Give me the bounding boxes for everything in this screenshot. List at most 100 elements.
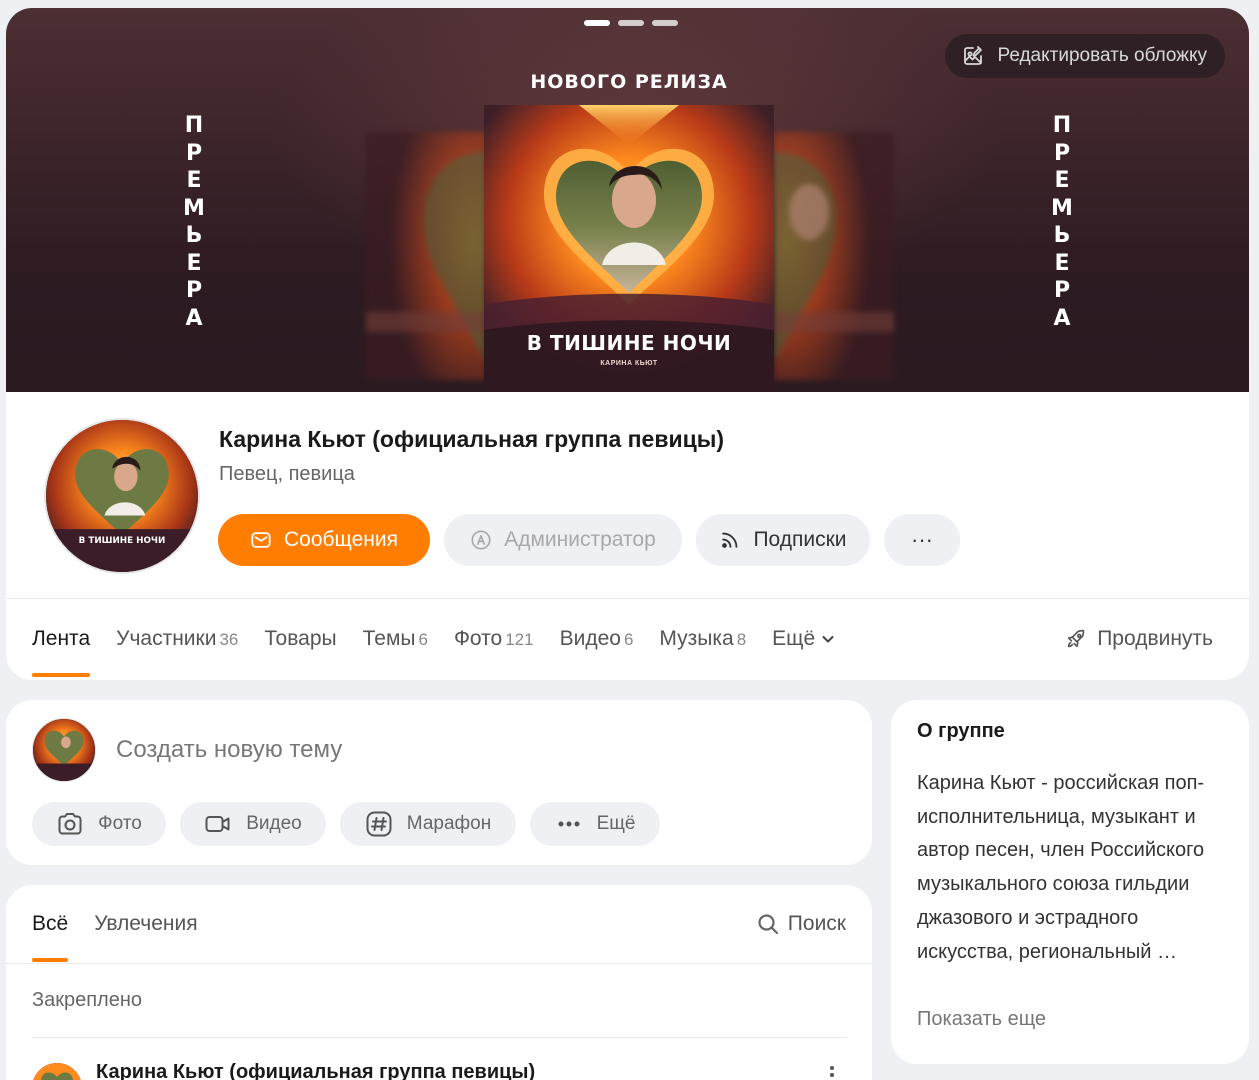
- tab-label: Музыка: [659, 627, 734, 650]
- tab-label: Фото: [453, 627, 503, 650]
- group-name: Карина Кьют (официальная группа певицы): [219, 426, 725, 452]
- avatar-image: В ТИШИНЕ НОЧИ: [46, 420, 198, 572]
- search-icon: [758, 914, 778, 935]
- album-art-image: [366, 132, 486, 380]
- tab-label: Видео: [559, 627, 621, 650]
- more-chip-label: Ещё: [596, 813, 636, 834]
- envelope-icon: [251, 532, 271, 548]
- premiere-letter: Е: [1054, 250, 1070, 276]
- post-author-avatar[interactable]: [32, 1063, 82, 1080]
- camera-icon: [58, 813, 82, 835]
- tab-label: Участники: [116, 627, 217, 650]
- marathon-chip[interactable]: Марафон: [340, 802, 516, 846]
- administrator-label: Администратор: [504, 528, 656, 551]
- premiere-letter: Е: [186, 250, 202, 276]
- tab-count: 36: [219, 630, 239, 649]
- admin-badge-icon: [471, 530, 491, 550]
- video-chip[interactable]: Видео: [180, 802, 326, 846]
- premiere-letter: П: [1052, 113, 1072, 138]
- about-group-card: О группе Карина Кьют - российская поп-ис…: [891, 700, 1249, 1064]
- premiere-letter: А: [1053, 305, 1071, 331]
- messages-label: Сообщения: [284, 528, 398, 551]
- premiere-letter: М: [183, 195, 205, 221]
- premiere-letter: Ь: [185, 223, 203, 248]
- tab-members[interactable]: Участники 36: [116, 598, 238, 680]
- hashtag-icon: [366, 811, 392, 837]
- tab-photos[interactable]: Фото 121: [454, 598, 534, 680]
- more-dots-icon: [558, 821, 580, 827]
- tab-feed[interactable]: Лента: [32, 598, 91, 680]
- tab-topics[interactable]: Темы 6: [363, 598, 428, 680]
- feed-tab-all[interactable]: Всё: [32, 885, 69, 963]
- tab-count: 6: [623, 630, 634, 649]
- edit-cover-label: Редактировать обложку: [997, 45, 1207, 66]
- feed-search-button[interactable]: Поиск: [756, 885, 846, 963]
- rss-icon: [722, 532, 738, 548]
- create-topic-input[interactable]: Создать новую тему: [116, 736, 342, 764]
- video-camera-icon: [205, 816, 230, 832]
- album-cover-side-left: [366, 132, 486, 380]
- group-avatar[interactable]: В ТИШИНЕ НОЧИ: [44, 418, 200, 574]
- about-description: Карина Кьют - российская поп-исполнитель…: [917, 772, 1205, 963]
- tab-products[interactable]: Товары: [264, 598, 336, 680]
- feed-card: Всё Увлечения Поиск Закреплено Карина Кь…: [6, 885, 872, 1080]
- administrator-button[interactable]: Администратор: [444, 514, 682, 566]
- album-artist: КАРИНА КЬЮТ: [600, 360, 658, 367]
- cover-banner[interactable]: Редактировать обложку НОВОГО РЕЛИЗА П Р …: [6, 8, 1249, 392]
- group-category: Певец, певица: [219, 463, 355, 485]
- promote-button[interactable]: Продвинуть: [1065, 598, 1213, 680]
- chevron-down-icon: [822, 636, 834, 643]
- composer-avatar: [32, 718, 96, 782]
- cover-pagination[interactable]: [584, 20, 678, 26]
- show-more-link[interactable]: Показать еще: [917, 1008, 1046, 1031]
- premiere-letter: Р: [185, 278, 203, 303]
- premiere-letter: Р: [1053, 140, 1071, 166]
- tab-label: Товары: [264, 627, 337, 650]
- tab-label: Лента: [32, 627, 91, 650]
- messages-button[interactable]: Сообщения: [218, 514, 430, 566]
- feed-tab-hobbies[interactable]: Увлечения: [94, 885, 197, 963]
- about-title: О группе: [917, 720, 1005, 742]
- image-edit-icon: [964, 46, 983, 65]
- more-chip[interactable]: Ещё: [530, 802, 660, 846]
- photo-chip[interactable]: Фото: [32, 802, 166, 846]
- cover-dot[interactable]: [652, 20, 678, 26]
- cover-dot[interactable]: [584, 20, 610, 26]
- subscriptions-label: Подписки: [753, 528, 847, 551]
- photo-chip-label: Фото: [98, 813, 142, 834]
- album-cover-main[interactable]: В ТИШИНЕ НОЧИ КАРИНА КЬЮТ: [484, 105, 774, 392]
- premiere-letter: М: [1051, 195, 1073, 221]
- more-actions-button[interactable]: ···: [884, 514, 960, 566]
- post-author-name[interactable]: Карина Кьют (официальная группа певицы): [96, 1061, 535, 1080]
- premiere-letter: Р: [185, 140, 203, 166]
- divider: [6, 963, 872, 964]
- vertical-dots-icon[interactable]: [828, 1065, 836, 1080]
- promote-label: Продвинуть: [1097, 627, 1213, 650]
- edit-cover-button[interactable]: Редактировать обложку: [945, 34, 1225, 78]
- premiere-letter: Е: [186, 168, 202, 193]
- tab-label: Ещё: [772, 627, 816, 650]
- group-tabs: Лента Участники 36 Товары Темы 6 Фото 12…: [32, 598, 862, 680]
- tab-music[interactable]: Музыка 8: [659, 598, 746, 680]
- tab-videos[interactable]: Видео 6: [560, 598, 634, 680]
- page: Редактировать обложку НОВОГО РЕЛИЗА П Р …: [0, 0, 1259, 1080]
- profile-actions: Сообщения Администратор Подписки ···: [218, 514, 960, 566]
- album-art-image: [774, 132, 894, 380]
- divider: [32, 1037, 846, 1038]
- tab-count: 6: [418, 630, 428, 649]
- avatar-image: [32, 1063, 82, 1080]
- tab-more[interactable]: Ещё: [772, 598, 836, 680]
- premiere-vertical-text-left: П Р Е М Ь Е Р А: [179, 112, 209, 332]
- rocket-icon: [1068, 629, 1085, 648]
- premiere-letter: П: [184, 113, 204, 138]
- composer-chips: Фото Видео Марафон Ещё: [32, 802, 660, 846]
- svg-text:В ТИШИНЕ НОЧИ: В ТИШИНЕ НОЧИ: [79, 536, 166, 546]
- cover-dot[interactable]: [618, 20, 644, 26]
- release-title: НОВОГО РЕЛИЗА: [530, 71, 728, 93]
- premiere-letter: Р: [1053, 278, 1071, 303]
- tab-label: Темы: [362, 627, 416, 650]
- premiere-letter: Ь: [1053, 223, 1071, 248]
- group-profile-card: В ТИШИНЕ НОЧИ Карина Кьют (официальная г…: [6, 392, 1249, 680]
- feed-filter-tabs: Всё Увлечения: [32, 885, 198, 963]
- subscriptions-button[interactable]: Подписки: [696, 514, 870, 566]
